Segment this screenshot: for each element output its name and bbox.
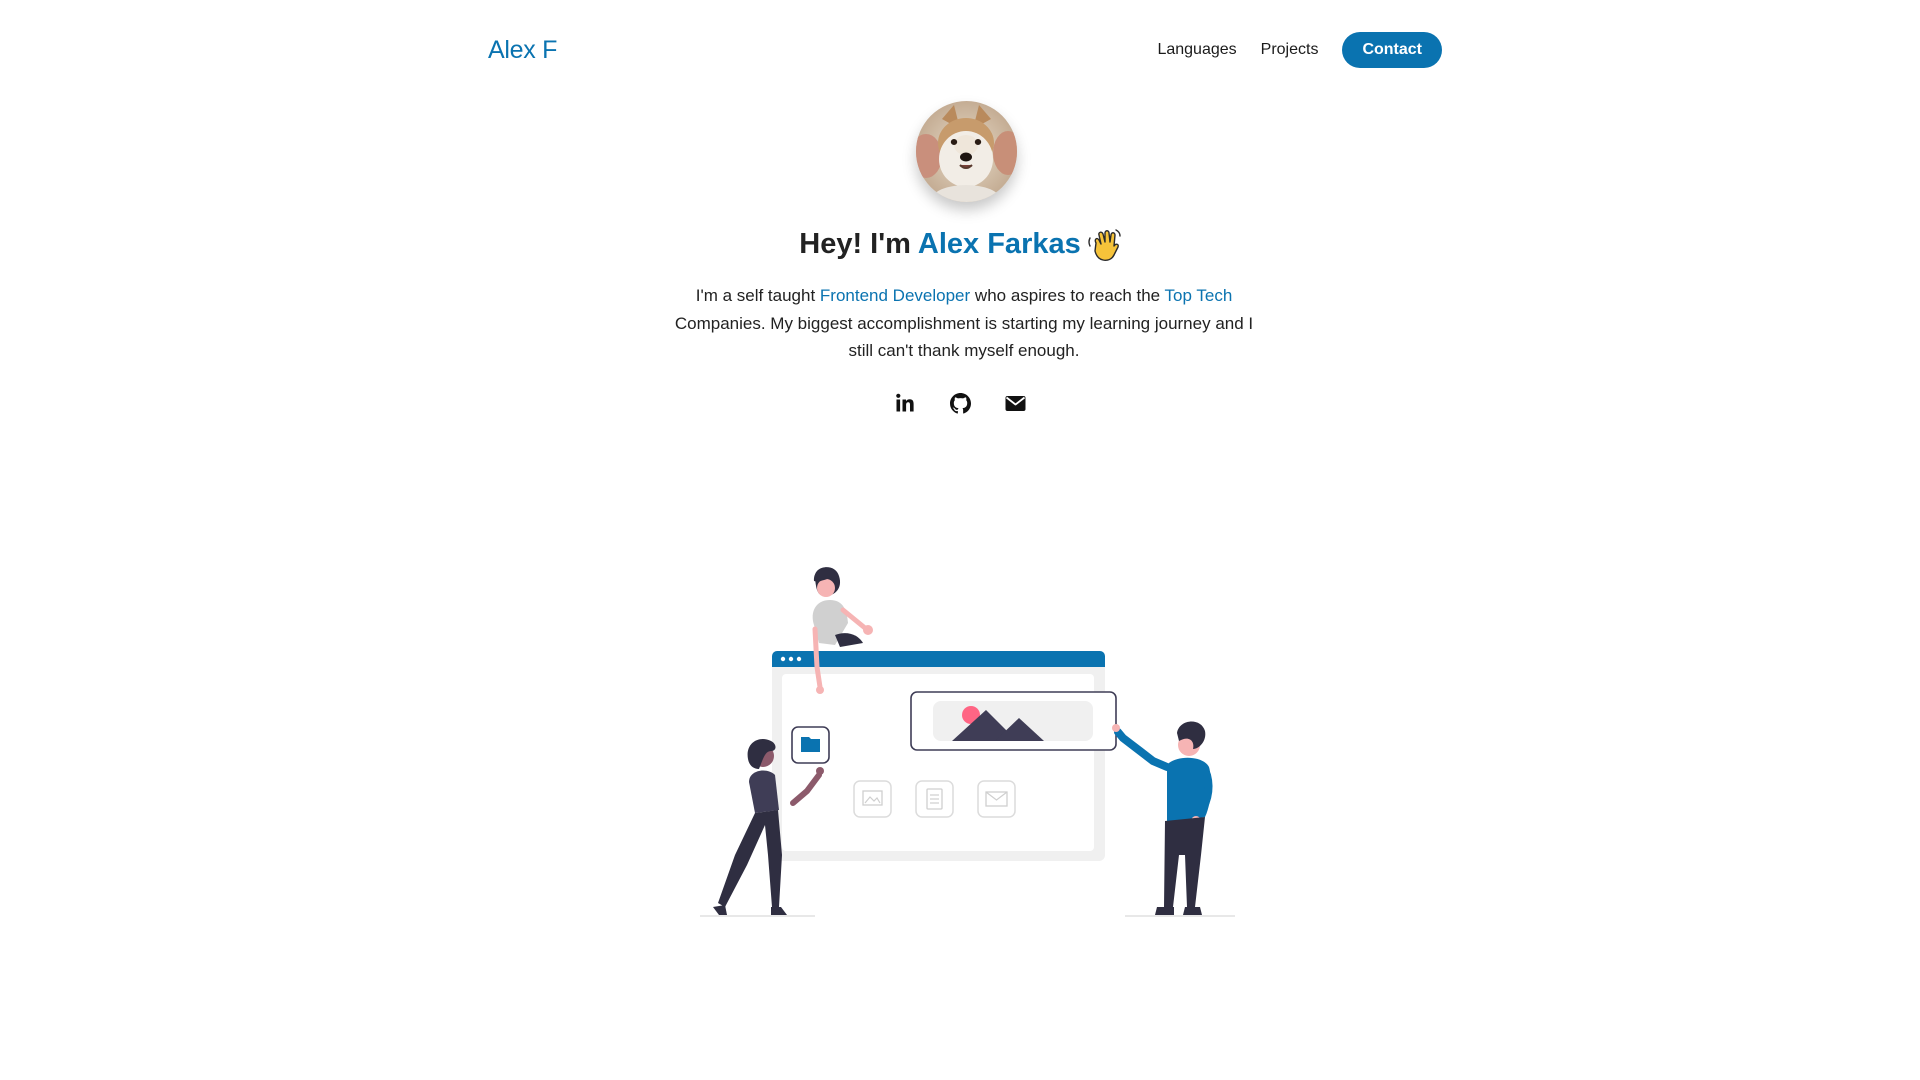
main-nav: Languages Projects Contact: [1157, 32, 1442, 68]
logo-link[interactable]: Alex F: [488, 36, 557, 65]
nav-projects-link[interactable]: Projects: [1261, 41, 1319, 59]
image-card-graphic: [910, 691, 1117, 751]
intro-part-3: Companies. My biggest accomplishment is …: [674, 313, 1254, 361]
avatar-dog-image: [916, 101, 1017, 202]
nav-languages-link[interactable]: Languages: [1157, 41, 1236, 59]
intro-highlight-top-tech: Top Tech: [1164, 286, 1233, 305]
social-links: [0, 392, 1920, 414]
intro-part-2: who aspires to reach the: [970, 286, 1165, 305]
github-icon: [949, 392, 971, 413]
intro-text: I'm a self taught Frontend Developer who…: [664, 282, 1264, 365]
github-link[interactable]: [949, 392, 971, 414]
hero-title: Hey! I'm Alex Farkas: [0, 228, 1920, 262]
man-pointing-figure: [1112, 721, 1235, 917]
contact-button[interactable]: Contact: [1342, 32, 1442, 68]
email-link[interactable]: [1004, 392, 1026, 414]
linkedin-icon: [896, 393, 914, 412]
hero-title-name: Alex Farkas: [917, 228, 1081, 260]
avatar: [916, 101, 1017, 202]
hero-title-prefix: Hey! I'm: [799, 228, 918, 260]
waving-hand-icon: [1087, 228, 1121, 262]
linkedin-link[interactable]: [894, 392, 916, 414]
page: Alex F Languages Projects Contact Hey! I…: [0, 0, 1920, 1080]
intro-part-1: I'm a self taught: [695, 286, 820, 305]
email-icon: [1005, 395, 1025, 411]
hero-illustration: [700, 567, 1235, 917]
intro-highlight-frontend: Frontend Developer: [819, 286, 971, 305]
